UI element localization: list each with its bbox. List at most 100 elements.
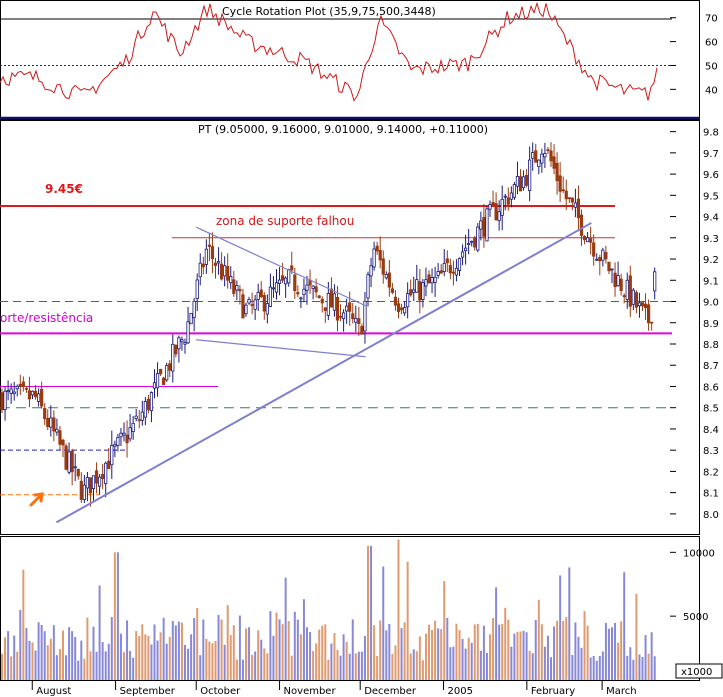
candle-body bbox=[12, 391, 16, 395]
candle-body bbox=[18, 383, 22, 387]
candle-body bbox=[64, 445, 68, 470]
volume-bar bbox=[269, 611, 272, 680]
rsi-tick-label: 40 bbox=[705, 85, 718, 96]
price-tick-label: 8.6 bbox=[703, 382, 719, 393]
volume-bar bbox=[562, 620, 565, 680]
volume-bar bbox=[321, 625, 324, 680]
candle-body bbox=[476, 226, 480, 251]
candle-body bbox=[79, 480, 83, 500]
candle-body bbox=[521, 176, 526, 188]
volume-bar bbox=[556, 620, 559, 680]
candle-body bbox=[439, 270, 443, 274]
candle-body bbox=[116, 436, 120, 446]
volume-bar bbox=[31, 642, 34, 680]
volume-bar bbox=[568, 567, 571, 680]
volume-bar bbox=[278, 619, 281, 680]
candle-body bbox=[482, 217, 486, 237]
price-tick-label: 8.7 bbox=[703, 361, 719, 372]
candle-body bbox=[653, 271, 657, 292]
volume-bar bbox=[251, 654, 254, 680]
candle-body bbox=[323, 307, 327, 311]
volume-bar bbox=[299, 634, 302, 680]
volume-bar bbox=[104, 651, 107, 680]
volume-bar bbox=[13, 635, 16, 680]
volume-bar bbox=[580, 647, 583, 680]
volume-bar bbox=[391, 653, 394, 680]
volume-bar bbox=[394, 645, 397, 680]
candle-body bbox=[277, 279, 282, 284]
price-tick-label: 9.1 bbox=[703, 276, 719, 287]
candle-body bbox=[402, 307, 407, 314]
volume-bar bbox=[382, 566, 385, 680]
candle-body bbox=[3, 390, 7, 410]
candle-body bbox=[421, 282, 425, 300]
volume-bar bbox=[293, 611, 296, 680]
volume-bar bbox=[397, 539, 400, 680]
price-header: PT (9.05000, 9.16000, 9.01000, 9.14000, … bbox=[198, 123, 488, 136]
volume-bar bbox=[86, 617, 89, 680]
price-tick-label: 9.0 bbox=[703, 298, 719, 309]
candle-body bbox=[128, 427, 132, 440]
volume-bar bbox=[7, 631, 10, 680]
candle-body bbox=[174, 344, 178, 355]
candle-body bbox=[247, 299, 251, 304]
candle-body bbox=[256, 292, 260, 300]
candle-body bbox=[183, 342, 187, 345]
volume-bar bbox=[461, 638, 464, 680]
volume-bar bbox=[205, 638, 208, 680]
orange-arrow-icon bbox=[29, 492, 44, 507]
volume-bar bbox=[284, 577, 287, 680]
volume-bar bbox=[232, 625, 235, 680]
panel-frames bbox=[0, 0, 700, 681]
volume-bar bbox=[116, 552, 119, 680]
candle-body bbox=[640, 302, 645, 307]
volume-bar bbox=[418, 636, 421, 680]
x-axis: August September October November December 20… bbox=[31, 680, 637, 697]
candle-body bbox=[528, 159, 532, 191]
volume-bar bbox=[559, 575, 562, 680]
volume-bar bbox=[171, 621, 174, 680]
candle-body bbox=[360, 325, 364, 335]
rsi-tick-label: 70 bbox=[705, 14, 718, 25]
candle-body bbox=[351, 313, 355, 320]
volume-bar bbox=[156, 640, 159, 680]
candle-body bbox=[33, 390, 38, 398]
volume-bar bbox=[1, 653, 3, 680]
candle-body bbox=[369, 265, 373, 277]
volume-bar bbox=[586, 625, 589, 680]
volume-bar bbox=[214, 640, 217, 680]
volume-bar bbox=[370, 545, 373, 680]
candle-body bbox=[317, 295, 321, 298]
price-axis: 8.0 8.1 8.2 8.3 8.4 8.5 8.6 8.7 8.8 8.9 9.0 9.1 9.2 9… bbox=[670, 128, 719, 521]
candle-body bbox=[338, 315, 343, 318]
candle-body bbox=[302, 288, 306, 296]
candle-body bbox=[98, 476, 102, 487]
candle-body bbox=[357, 318, 361, 324]
volume-bar bbox=[129, 650, 132, 680]
candle-body bbox=[119, 432, 123, 438]
volume-bar bbox=[58, 649, 61, 680]
volume-bar bbox=[342, 634, 345, 680]
volume-bar bbox=[507, 619, 510, 680]
candle-body bbox=[88, 477, 93, 494]
volume-bar bbox=[476, 623, 479, 680]
volume-bar bbox=[275, 612, 278, 680]
rsi-panel-frame bbox=[0, 0, 700, 120]
candle-body bbox=[210, 246, 215, 260]
candle-body bbox=[650, 321, 654, 324]
candle-body bbox=[201, 263, 205, 268]
candle-body bbox=[506, 197, 510, 205]
candle-body bbox=[168, 363, 172, 371]
candle-body bbox=[299, 297, 303, 300]
month-label: February bbox=[531, 686, 575, 697]
candle-body bbox=[503, 195, 507, 198]
volume-bar bbox=[351, 619, 354, 680]
candle-body bbox=[494, 203, 498, 221]
trendlines bbox=[55, 222, 592, 524]
candle-body bbox=[94, 470, 99, 484]
candle-body bbox=[384, 274, 388, 279]
volume-bar bbox=[25, 628, 28, 680]
volume-bar bbox=[598, 656, 601, 680]
candle-body bbox=[253, 299, 257, 310]
candle-body bbox=[393, 296, 398, 306]
